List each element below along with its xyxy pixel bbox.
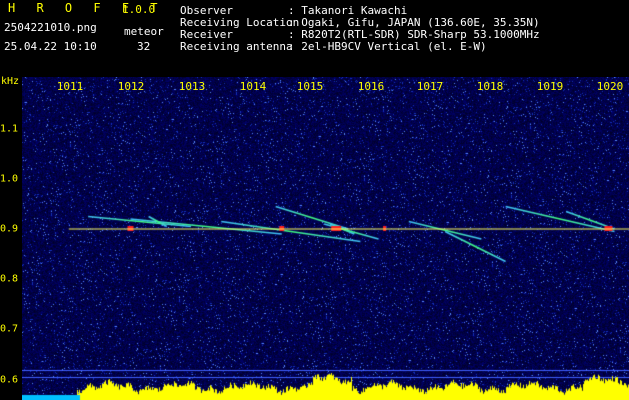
time-label: 1012 (117, 80, 145, 93)
image-filename: 2504221010.png (4, 21, 97, 34)
app-version: 1.0.0 (122, 3, 156, 16)
mode-label: meteor (124, 25, 164, 38)
time-label: 1018 (476, 80, 504, 93)
antenna-label: Receiving antenna (180, 40, 293, 53)
unit-label: kHz (1, 76, 20, 87)
antenna-value: : 2el-HB9CV Vertical (el. E-W) (288, 40, 487, 53)
time-label: 1020 (596, 80, 624, 93)
time-label: 1016 (357, 80, 385, 93)
meteor-count: 32 (137, 40, 151, 53)
spectrogram-plot (22, 77, 629, 400)
time-label: 1017 (416, 80, 444, 93)
freq-tick-label: 0.6 (0, 374, 19, 386)
freq-tick-label: 1.1 (0, 123, 19, 135)
time-label: 1013 (178, 80, 206, 93)
time-label: 1014 (239, 80, 267, 93)
freq-tick-label: 0.7 (0, 323, 19, 335)
time-label: 1015 (296, 80, 324, 93)
hrofft-window: H R O F F T 1.0.0 2504221010.png meteor … (0, 0, 629, 400)
freq-tick-label: 0.9 (0, 223, 19, 235)
freq-tick-label: 1.0 (0, 173, 19, 185)
time-label: 1011 (56, 80, 84, 93)
freq-tick-label: 0.8 (0, 273, 19, 285)
capture-datetime: 25.04.22 10:10 (4, 40, 97, 53)
time-label: 1019 (536, 80, 564, 93)
